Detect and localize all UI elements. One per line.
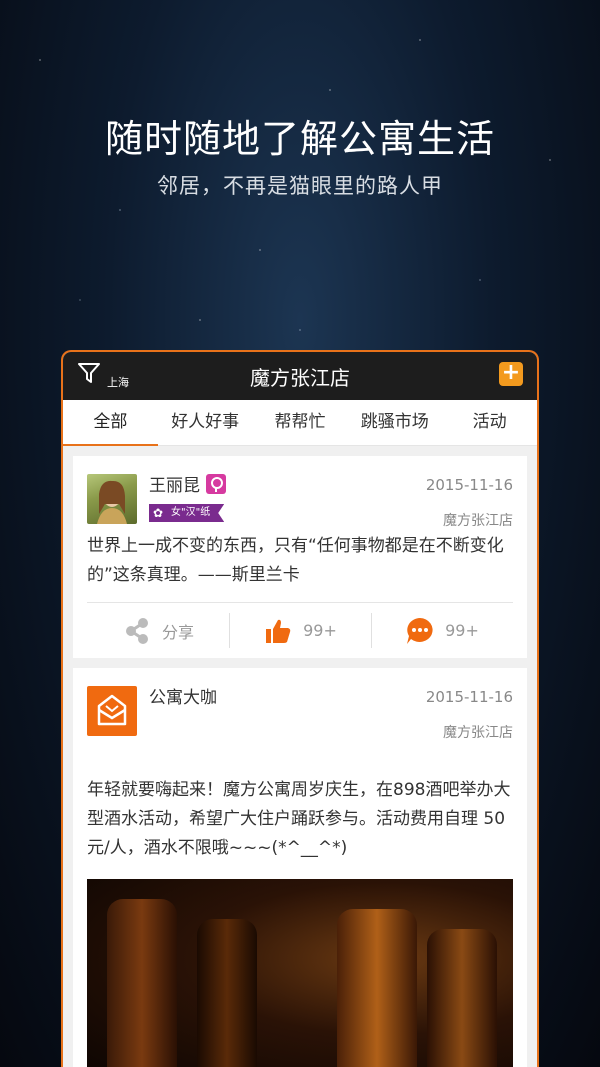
post-shop: 魔方张江店 [443,725,513,741]
tab-events[interactable]: 活动 [442,400,537,445]
post-actions: 分享 99+ 99+ [87,602,513,658]
phone-frame: 上海 魔方张江店 + 全部 好人好事 帮帮忙 跳骚市场 活动 王丽昆 女"汉"纸… [61,350,539,1067]
post-date: 2015-11-16 [425,476,513,494]
post-content: 世界上一成不变的东西，只有“任何事物都是在不断变化的”这条真理。——斯里兰卡 [87,536,504,585]
author-name[interactable]: 王丽昆 [149,476,200,496]
add-post-button[interactable]: + [499,362,523,386]
hero-subtitle: 邻居，不再是猫眼里的路人甲 [157,174,443,198]
post-content: 年轻就要嗨起来！魔方公寓周岁庆生，在898酒吧举办大型酒水活动，希望广大住户踊跃… [87,780,511,858]
like-button[interactable]: 99+ [229,603,371,658]
bottle-shape [427,929,497,1067]
user-tag-badge: 女"汉"纸 [149,504,225,522]
female-icon [206,474,226,494]
bottle-shape [107,899,177,1067]
bottle-shape [337,909,417,1067]
avatar-photo-icon [97,480,127,524]
post-date: 2015-11-16 [425,688,513,706]
share-icon [125,617,148,644]
hero-title: 随时随地了解公寓生活 [104,117,495,161]
thumbs-up-icon [266,619,291,643]
share-label: 分享 [161,622,194,642]
tab-all[interactable]: 全部 [63,400,158,446]
post-shop: 魔方张江店 [443,513,513,529]
comment-button[interactable]: 99+ [371,603,513,658]
tab-good-deeds[interactable]: 好人好事 [158,400,253,445]
share-button[interactable]: 分享 [87,603,229,658]
avatar[interactable] [87,686,137,736]
store-title: 魔方张江店 [250,366,350,390]
tab-help[interactable]: 帮帮忙 [253,400,348,445]
post-card[interactable]: 王丽昆 女"汉"纸 2015-11-16 魔方张江店 世界上一成不变的东西，只有… [73,456,527,658]
avatar[interactable] [87,474,137,524]
comment-count: 99+ [445,621,479,640]
post-image[interactable] [87,879,513,1067]
tab-flea-market[interactable]: 跳骚市场 [347,400,442,445]
comment-icon [407,617,433,644]
like-count: 99+ [303,621,337,640]
post-card[interactable]: 公寓大咖 2015-11-16 魔方张江店 年轻就要嗨起来！魔方公寓周岁庆生，在… [73,668,527,1067]
bottle-shape [197,919,257,1067]
top-bar: 上海 魔方张江店 + [63,352,537,400]
category-tabs: 全部 好人好事 帮帮忙 跳骚市场 活动 [63,400,537,446]
envelope-logo-icon [97,694,127,726]
